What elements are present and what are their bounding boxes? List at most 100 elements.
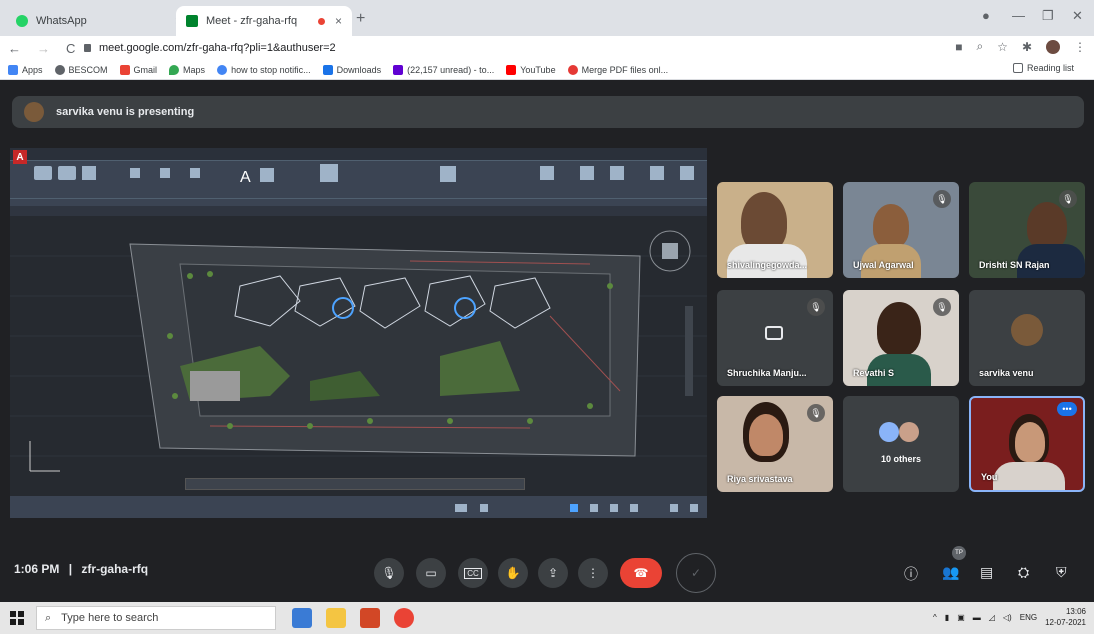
participant-tile[interactable]: 🎙 Revathi S — [843, 290, 959, 386]
activities-button[interactable]: ⛭ — [1018, 564, 1029, 581]
search-placeholder: Type here to search — [61, 612, 159, 624]
participant-tile[interactable]: sarvika venu — [969, 290, 1085, 386]
forward-icon[interactable]: → — [37, 41, 50, 56]
bookmark-google-search[interactable]: how to stop notific... — [217, 64, 311, 75]
google-icon — [217, 64, 228, 75]
new-tab-button[interactable]: + — [356, 10, 365, 28]
profile-icon[interactable]: ● — [982, 8, 990, 23]
task-view-icon[interactable] — [292, 608, 312, 628]
gmail-icon — [119, 64, 130, 75]
bookmark-bescom[interactable]: BESCOM — [54, 64, 108, 75]
self-tile[interactable]: ••• You — [969, 396, 1085, 492]
network-icon[interactable]: ▣ — [957, 613, 965, 622]
participant-tile[interactable]: 🎙 Shruchika Manju... — [717, 290, 833, 386]
bookmark-merge-pdf[interactable]: Merge PDF files onl... — [567, 64, 668, 75]
bookmark-label: Maps — [183, 64, 206, 75]
host-controls-button[interactable]: ⛨ — [1056, 564, 1067, 581]
participant-video — [1027, 202, 1067, 250]
chat-button[interactable]: ▤ — [980, 564, 993, 581]
minimize-button[interactable]: — — [1012, 8, 1025, 23]
mic-button[interactable]: 🎙 — [374, 558, 404, 588]
camera-button[interactable]: ▭ — [416, 558, 446, 588]
battery-icon[interactable]: ▬ — [973, 613, 981, 622]
participant-tile[interactable]: 🎙 Ujwal Agarwal — [843, 182, 959, 278]
reload-icon[interactable]: C — [66, 41, 75, 56]
autocad-logo-icon: A — [13, 150, 27, 164]
close-tab-icon[interactable]: × — [335, 14, 342, 28]
end-call-button[interactable]: ☎ — [620, 558, 662, 588]
self-video — [1015, 422, 1045, 462]
microphone-icon: 🎙 — [381, 566, 397, 580]
chat-icon: ▤ — [980, 564, 994, 580]
menu-icon[interactable]: ⋮ — [1074, 40, 1086, 54]
file-explorer-icon[interactable] — [326, 608, 346, 628]
lock-icon — [84, 44, 91, 52]
captions-button[interactable]: CC — [458, 558, 488, 588]
participant-video — [873, 204, 909, 248]
avatar[interactable] — [1046, 39, 1060, 54]
mic-off-icon: 🎙 — [933, 298, 951, 316]
shared-screen: A A — [10, 148, 707, 518]
more-options-icon[interactable]: ••• — [1057, 402, 1077, 416]
star-icon[interactable]: ☆ — [997, 40, 1008, 54]
powerpoint-icon[interactable] — [360, 608, 380, 628]
participant-name: Drishti SN Rajan — [979, 260, 1050, 270]
self-video — [993, 462, 1065, 490]
bookmark-maps[interactable]: Maps — [169, 64, 206, 75]
maximize-button[interactable]: ❐ — [1042, 8, 1054, 24]
shield-icon: ⛨ — [1056, 564, 1067, 580]
participants-badge: TP — [952, 546, 966, 560]
participant-name: Shruchika Manju... — [727, 368, 807, 378]
svg-text:A: A — [240, 169, 251, 186]
participant-tile[interactable]: shivalingegowda... — [717, 182, 833, 278]
bookmarks-bar: Apps BESCOM Gmail Maps how to stop notif… — [0, 60, 1094, 80]
bookmark-downloads[interactable]: Downloads — [322, 64, 381, 75]
presenter-avatar — [24, 102, 44, 122]
taskbar-search[interactable]: ⌕ Type here to search — [36, 606, 276, 630]
meeting-details: 1:06 PM | zfr-gaha-rfq — [14, 562, 148, 576]
cad-status-bar — [10, 496, 707, 518]
volume-icon[interactable]: ◁) — [1003, 613, 1012, 622]
clock-time: 13:06 — [1065, 607, 1086, 616]
participant-tile[interactable]: 🎙 Riya srivastava — [717, 396, 833, 492]
participant-video — [877, 302, 921, 356]
tab-meet[interactable]: Meet - zfr-gaha-rfq × — [176, 6, 352, 36]
taskbar-clock[interactable]: 13:06 12-07-2021 — [1045, 606, 1086, 628]
camera-icon[interactable]: ■ — [955, 40, 962, 54]
cad-command-line — [185, 478, 525, 490]
others-count: 10 others — [880, 454, 922, 464]
hand-icon: ✋ — [505, 566, 521, 580]
meet-control-bar: 1:06 PM | zfr-gaha-rfq 🎙 ▭ CC ✋ ⇪ ⋮ ☎ ✓ … — [0, 542, 1094, 602]
maps-pin-icon — [169, 64, 180, 75]
bookmark-apps[interactable]: Apps — [8, 64, 43, 75]
meeting-info-button[interactable]: ⓘ — [904, 564, 918, 584]
language-indicator[interactable]: ENG — [1020, 613, 1037, 622]
pdf-icon — [567, 64, 578, 75]
windows-start-icon[interactable] — [10, 611, 24, 625]
show-hidden-icon[interactable]: ^ — [933, 613, 937, 622]
bookmark-yahoo-mail[interactable]: (22,157 unread) - to... — [393, 64, 494, 75]
bookmark-youtube[interactable]: YouTube — [506, 64, 556, 75]
participant-tile[interactable]: 🎙 Drishti SN Rajan — [969, 182, 1085, 278]
raise-hand-button[interactable]: ✋ — [498, 558, 528, 588]
back-icon[interactable]: ← — [8, 41, 21, 56]
zoom-icon[interactable]: ⌕ — [976, 39, 983, 54]
present-button[interactable]: ⇪ — [538, 558, 568, 588]
tab-title: WhatsApp — [36, 15, 87, 27]
extensions-icon[interactable]: ✱ — [1022, 40, 1032, 54]
participant-tile[interactable]: 10 others — [843, 396, 959, 492]
more-options-button[interactable]: ⋮ — [578, 558, 608, 588]
wifi-icon[interactable]: ◿ — [989, 613, 995, 622]
tab-whatsapp[interactable]: WhatsApp × — [6, 6, 192, 36]
reading-list-button[interactable]: Reading list — [1012, 63, 1074, 73]
bookmark-label: YouTube — [520, 64, 556, 75]
bookmark-gmail[interactable]: Gmail — [119, 64, 157, 75]
mic-off-icon: 🎙 — [933, 190, 951, 208]
mic-off-icon: 🎙 — [807, 404, 825, 422]
close-window-button[interactable]: ✕ — [1072, 8, 1083, 24]
chrome-icon[interactable] — [394, 608, 414, 628]
url-field[interactable]: meet.google.com/zfr-gaha-rfq?pli=1&authu… — [84, 39, 934, 57]
people-button[interactable]: 👥 — [942, 564, 959, 581]
cad-document-tabs — [10, 206, 707, 216]
participant-avatar — [1011, 314, 1043, 346]
